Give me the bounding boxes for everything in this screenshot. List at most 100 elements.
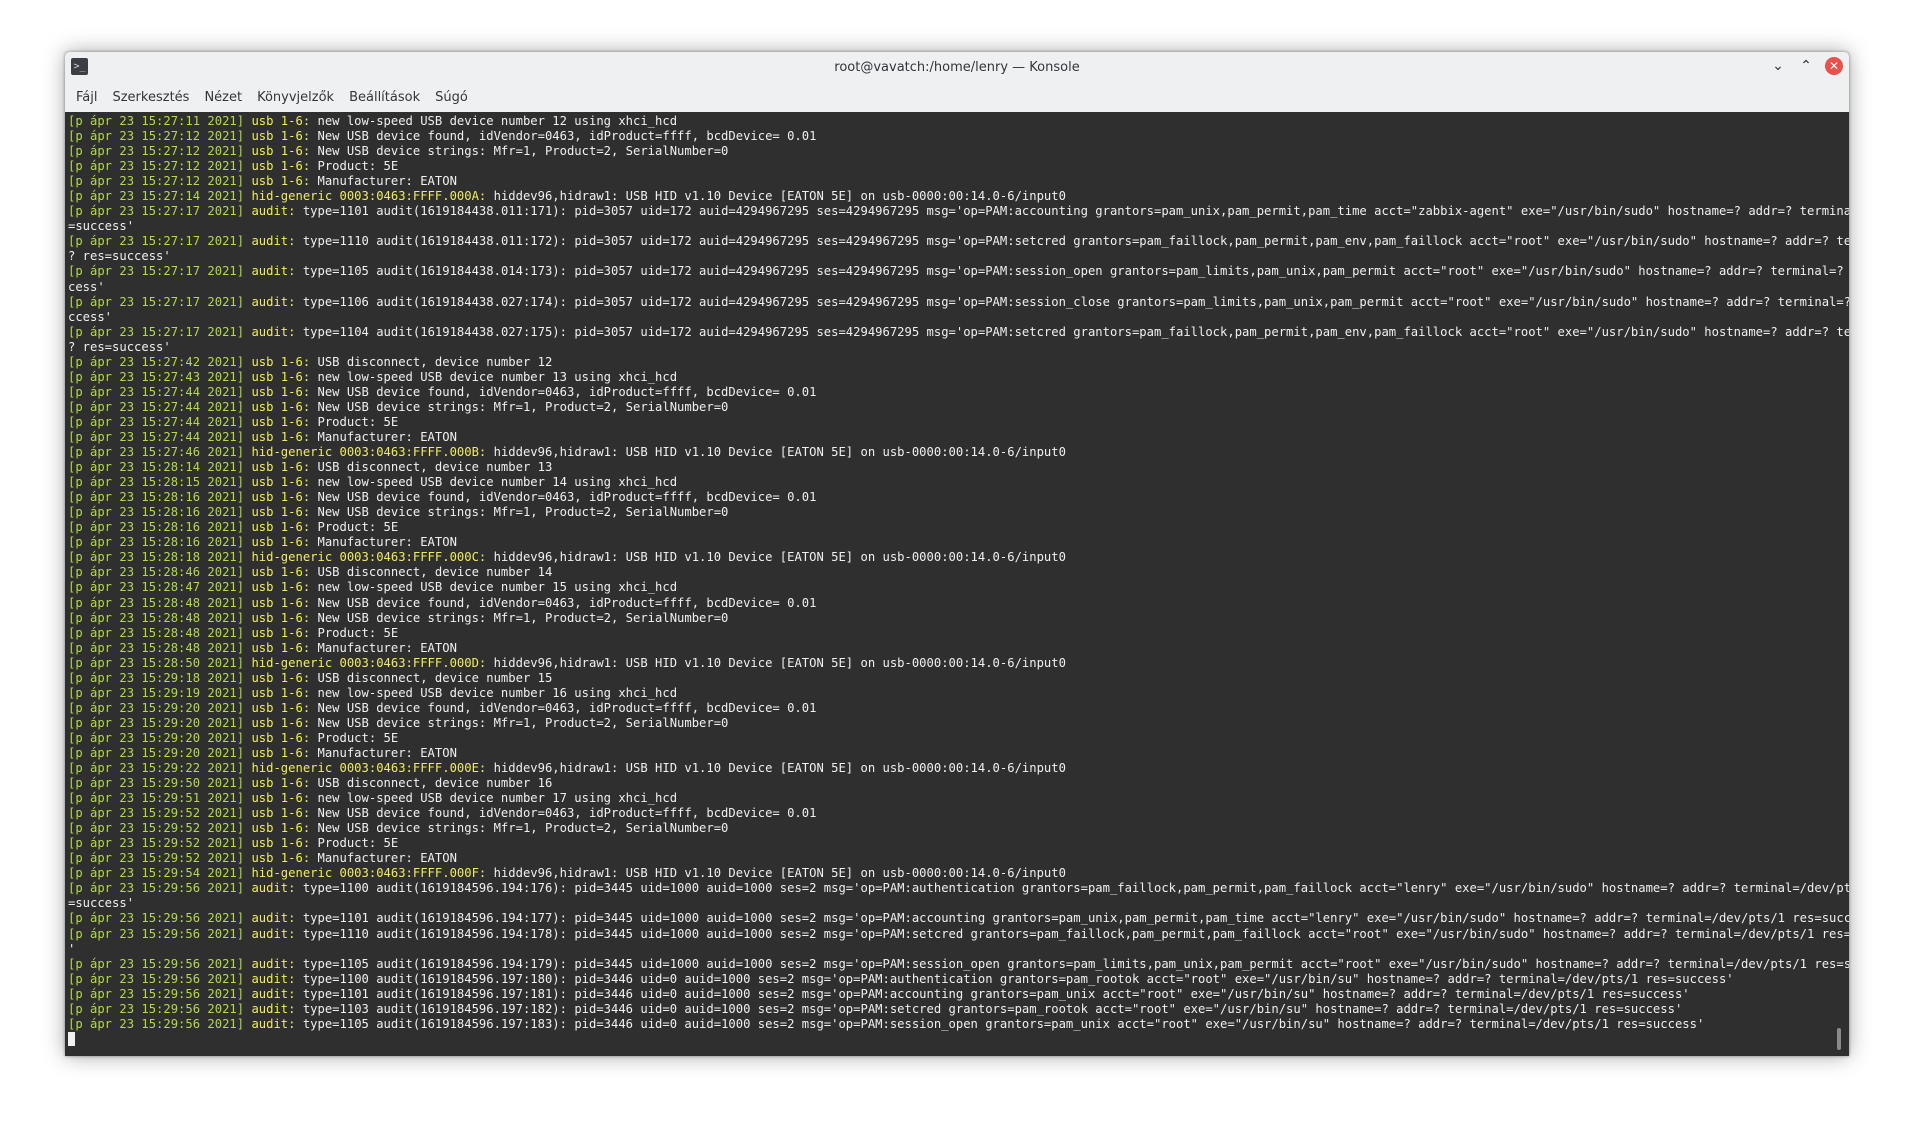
menu-view[interactable]: Nézet (199, 86, 252, 109)
log-timestamp: [p ápr 23 15:29:20 2021] (68, 745, 245, 760)
log-message: New USB device strings: Mfr=1, Product=2… (317, 821, 729, 836)
log-timestamp: [p ápr 23 15:28:16 2021] (68, 535, 245, 550)
log-message: Product: 5E (317, 836, 399, 851)
log-timestamp: [p ápr 23 15:29:56 2021] (68, 911, 245, 926)
terminal-line: =success' (68, 896, 134, 910)
terminal-icon[interactable]: >_ (71, 58, 88, 75)
log-source: usb 1-6: (251, 806, 311, 821)
log-message: Manufacturer: EATON (317, 535, 457, 550)
log-timestamp: [p ápr 23 15:29:56 2021] (68, 1001, 245, 1016)
log-timestamp: [p ápr 23 15:28:48 2021] (68, 625, 245, 640)
log-timestamp: [p ápr 23 15:27:12 2021] (68, 174, 245, 189)
log-message: USB disconnect, device number 16 (317, 776, 553, 791)
log-source: usb 1-6: (251, 174, 311, 189)
terminal-line: [p ápr 23 15:27:17 2021] audit: type=111… (68, 234, 1849, 248)
log-message: New USB device strings: Mfr=1, Product=2… (317, 505, 729, 520)
log-message: type=1100 audit(1619184596.194:176): pid… (302, 881, 1849, 896)
log-source: usb 1-6: (251, 836, 311, 851)
log-message: =success' (68, 219, 135, 234)
log-message: Manufacturer: EATON (317, 745, 457, 760)
maximize-icon[interactable]: ⌃ (1797, 57, 1815, 75)
terminal-line: [p ápr 23 15:29:20 2021] usb 1-6: New US… (68, 701, 816, 715)
terminal-line: [p ápr 23 15:29:22 2021] hid-generic 000… (68, 761, 1066, 775)
terminal-line: [p ápr 23 15:27:46 2021] hid-generic 000… (68, 445, 1066, 459)
log-message: type=1100 audit(1619184596.197:180): pid… (302, 971, 1734, 986)
terminal-line: [p ápr 23 15:29:56 2021] audit: type=110… (68, 911, 1849, 925)
log-source: audit: (251, 911, 296, 926)
log-message: new low-speed USB device number 12 using… (317, 114, 678, 128)
terminal-line: =success' (68, 219, 134, 233)
terminal-line: ? res=success' (68, 249, 171, 263)
terminal-line: [p ápr 23 15:29:51 2021] usb 1-6: new lo… (68, 791, 677, 805)
close-icon[interactable]: ✕ (1825, 57, 1843, 75)
log-source: usb 1-6: (251, 520, 311, 535)
log-timestamp: [p ápr 23 15:28:16 2021] (68, 490, 245, 505)
menu-bookmarks[interactable]: Könyvjelzők (252, 86, 344, 109)
terminal-line: [p ápr 23 15:28:48 2021] usb 1-6: New US… (68, 596, 816, 610)
terminal-line: [p ápr 23 15:27:44 2021] usb 1-6: New US… (68, 385, 816, 399)
log-timestamp: [p ápr 23 15:27:42 2021] (68, 354, 245, 369)
terminal-line: [p ápr 23 15:28:16 2021] usb 1-6: Manufa… (68, 535, 457, 549)
log-source: usb 1-6: (251, 505, 311, 520)
terminal-line: [p ápr 23 15:29:52 2021] usb 1-6: Produc… (68, 836, 398, 850)
log-message: type=1105 audit(1619184596.197:183): pid… (302, 1016, 1705, 1031)
log-message: New USB device strings: Mfr=1, Product=2… (317, 399, 729, 414)
terminal-line: [p ápr 23 15:27:17 2021] audit: type=110… (68, 204, 1849, 218)
log-message: hiddev96,hidraw1: USB HID v1.10 Device [… (493, 761, 1066, 776)
log-message: New USB device strings: Mfr=1, Product=2… (317, 144, 729, 159)
log-timestamp: [p ápr 23 15:29:52 2021] (68, 836, 245, 851)
scrollbar[interactable] (1837, 118, 1843, 1050)
log-message: New USB device found, idVendor=0463, idP… (317, 700, 817, 715)
log-timestamp: [p ápr 23 15:29:51 2021] (68, 791, 245, 806)
log-timestamp: [p ápr 23 15:29:56 2021] (68, 956, 245, 971)
log-message: Manufacturer: EATON (317, 174, 457, 189)
log-source: usb 1-6: (251, 460, 311, 475)
menu-help[interactable]: Súgó (430, 86, 478, 109)
log-timestamp: [p ápr 23 15:29:54 2021] (68, 866, 245, 881)
log-message: type=1101 audit(1619184438.011:171): pid… (302, 204, 1849, 219)
menu-edit[interactable]: Szerkesztés (107, 86, 199, 109)
log-source: usb 1-6: (251, 625, 311, 640)
log-source: usb 1-6: (251, 595, 311, 610)
log-source: usb 1-6: (251, 821, 311, 836)
scrollbar-thumb[interactable] (1837, 1028, 1841, 1050)
log-message: type=1104 audit(1619184438.027:175): pid… (302, 324, 1849, 339)
log-message: hiddev96,hidraw1: USB HID v1.10 Device [… (493, 655, 1066, 670)
log-source: usb 1-6: (251, 640, 311, 655)
terminal-line: ccess' (68, 310, 112, 324)
minimize-icon[interactable]: ⌄ (1769, 57, 1787, 75)
title-bar[interactable]: >_ root@vavatch:/home/lenry — Konsole ⌄ … (65, 52, 1849, 82)
log-message: new low-speed USB device number 16 using… (317, 685, 678, 700)
log-timestamp: [p ápr 23 15:27:17 2021] (68, 324, 245, 339)
terminal-line: [p ápr 23 15:29:20 2021] usb 1-6: Produc… (68, 731, 398, 745)
log-source: usb 1-6: (251, 791, 311, 806)
log-message: New USB device found, idVendor=0463, idP… (317, 490, 817, 505)
terminal-line: [p ápr 23 15:28:14 2021] usb 1-6: USB di… (68, 460, 552, 474)
log-source: usb 1-6: (251, 730, 311, 745)
log-message: hiddev96,hidraw1: USB HID v1.10 Device [… (493, 445, 1066, 460)
terminal-line: [p ápr 23 15:28:15 2021] usb 1-6: new lo… (68, 475, 677, 489)
log-message: type=1103 audit(1619184596.197:182): pid… (302, 1001, 1683, 1016)
log-source: audit: (251, 971, 296, 986)
menu-file[interactable]: Fájl (71, 86, 107, 109)
log-source: usb 1-6: (251, 384, 311, 399)
log-timestamp: [p ápr 23 15:28:47 2021] (68, 580, 245, 595)
log-timestamp: [p ápr 23 15:29:20 2021] (68, 700, 245, 715)
log-source: hid-generic 0003:0463:FFFF.000B: (251, 445, 487, 460)
menu-settings[interactable]: Beállítások (344, 86, 430, 109)
terminal-line: [p ápr 23 15:29:56 2021] audit: type=110… (68, 1017, 1704, 1031)
log-source: usb 1-6: (251, 475, 311, 490)
terminal-area[interactable]: [p ápr 23 15:27:11 2021] usb 1-6: new lo… (65, 112, 1849, 1056)
log-timestamp: [p ápr 23 15:28:14 2021] (68, 460, 245, 475)
log-message: new low-speed USB device number 14 using… (317, 475, 678, 490)
terminal-line: [p ápr 23 15:29:56 2021] audit: type=110… (68, 881, 1849, 895)
log-message: hiddev96,hidraw1: USB HID v1.10 Device [… (493, 550, 1066, 565)
menu-bar: Fájl Szerkesztés Nézet Könyvjelzők Beáll… (65, 82, 1849, 113)
log-source: usb 1-6: (251, 354, 311, 369)
terminal-line: [p ápr 23 15:27:14 2021] hid-generic 000… (68, 189, 1066, 203)
terminal-line: ? res=success' (68, 340, 171, 354)
log-source: hid-generic 0003:0463:FFFF.000E: (251, 761, 487, 776)
log-message: hiddev96,hidraw1: USB HID v1.10 Device [… (493, 189, 1066, 204)
terminal-line: [p ápr 23 15:29:20 2021] usb 1-6: Manufa… (68, 746, 457, 760)
terminal-line: [p ápr 23 15:29:54 2021] hid-generic 000… (68, 866, 1066, 880)
